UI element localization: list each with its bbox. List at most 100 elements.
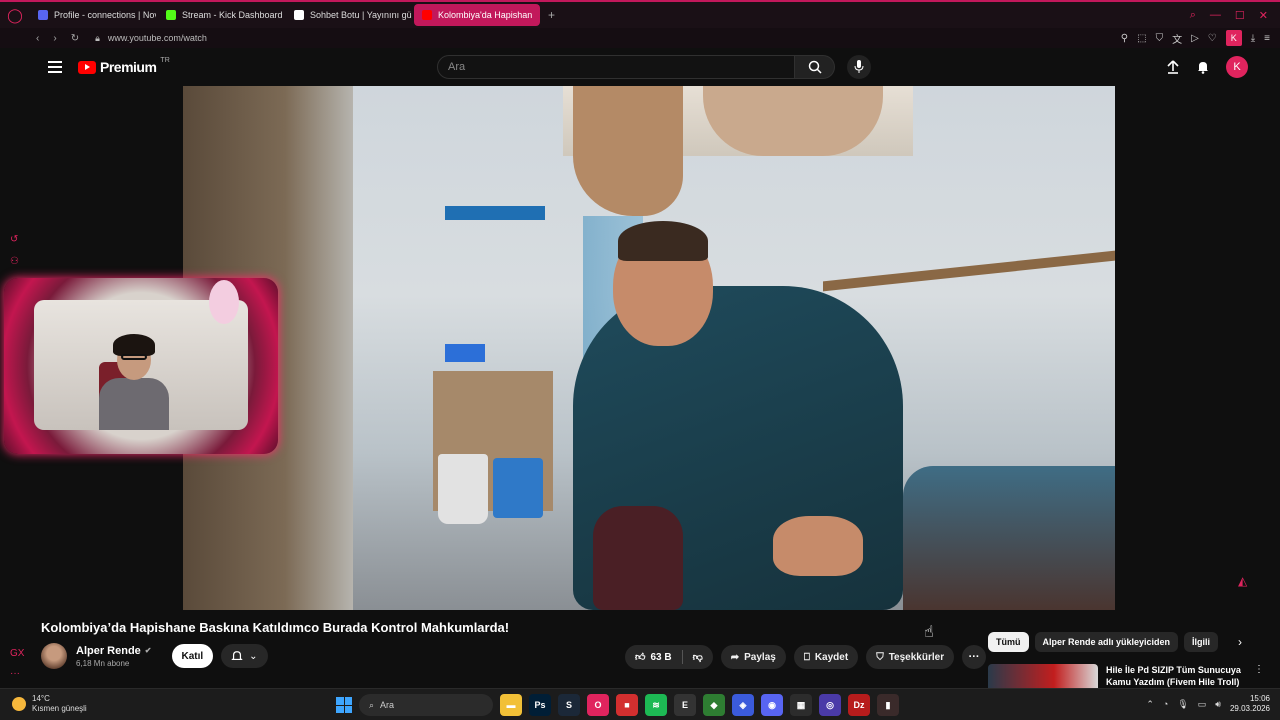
search-icon[interactable]: ⌕ [1190, 9, 1196, 22]
snapshot-icon[interactable]: ⬚ [1137, 33, 1146, 44]
tab-favicon-icon [166, 10, 176, 20]
app-purple-icon[interactable]: ◎ [819, 694, 841, 716]
clock[interactable]: 15:06 29.03.2026 [1230, 694, 1270, 714]
gx-icon[interactable]: GX [10, 648, 24, 659]
bookmark-icon: ⎕ [803, 651, 810, 663]
app-blue-icon[interactable]: ◈ [732, 694, 754, 716]
kebab-menu-icon[interactable]: ⋮ [1254, 664, 1264, 688]
app-grid-icon[interactable]: ▦ [790, 694, 812, 716]
windows-start-icon[interactable] [336, 697, 352, 713]
save-label: Kaydet [814, 651, 849, 663]
recommended-thumbnail[interactable] [988, 664, 1098, 688]
chip-from-uploader[interactable]: Alper Rende adlı yükleyiciden [1034, 632, 1179, 652]
spotify-icon[interactable]: ≋ [645, 694, 667, 716]
epic-games-icon[interactable]: E [674, 694, 696, 716]
forward-icon[interactable]: › [53, 33, 56, 44]
opera-gx-icon[interactable]: O [587, 694, 609, 716]
url-text[interactable]: www.youtube.com/watch [108, 33, 207, 43]
network-icon[interactable]: ▭ [1198, 699, 1207, 710]
chip-all[interactable]: Tümü [988, 632, 1029, 652]
steam-icon[interactable]: S [558, 694, 580, 716]
chevron-right-icon[interactable]: › [1238, 635, 1242, 649]
share-icon: ➦ [730, 651, 740, 663]
app-green-icon[interactable]: ◆ [703, 694, 725, 716]
chevron-up-icon[interactable]: ⌃ [1146, 699, 1154, 710]
weather-temp: 14°C [32, 694, 50, 703]
thumbs-down-icon: 👎︎ [692, 652, 703, 663]
youtube-brand-text: Premium [100, 59, 157, 75]
back-icon[interactable]: ‹ [36, 33, 39, 44]
bot-icon[interactable]: ⚇ [10, 256, 19, 267]
dizi-app-icon[interactable]: Dz [848, 694, 870, 716]
volume-icon[interactable]: 🔊︎ [1215, 699, 1221, 710]
browser-tab[interactable]: Stream - Kick Dashboard [158, 4, 284, 26]
minimize-icon[interactable]: — [1210, 9, 1221, 22]
video-scene-box [445, 344, 485, 362]
subscription-bell-button[interactable]: ⌄ [221, 644, 268, 668]
download-icon[interactable]: ⤓ [1251, 33, 1255, 44]
video-player[interactable] [183, 86, 1115, 610]
recommendation-chips: Tümü Alper Rende adlı yükleyiciden İlgil… [988, 632, 1242, 652]
taskbar-search[interactable]: ⌕ Ara [359, 694, 493, 716]
notifications-bell-icon[interactable] [1196, 60, 1210, 74]
save-button[interactable]: ⎕ Kaydet [793, 645, 859, 669]
tray-app-icon[interactable]: ◔ [1163, 699, 1168, 709]
tab-label: Profile - connections | Nov [54, 10, 156, 20]
bell-icon [231, 651, 243, 661]
more-actions-button[interactable]: ··· [962, 645, 987, 669]
thanks-button[interactable]: ⛉ Teşekkürler [866, 645, 955, 669]
menu-icon[interactable]: ≡ [1264, 33, 1270, 44]
microphone-icon[interactable]: 🎙︎ [1177, 699, 1188, 710]
app-red-icon[interactable]: ■ [616, 694, 638, 716]
weather-widget[interactable]: 14°C Kısmen güneşli [12, 694, 87, 714]
channel-avatar[interactable] [41, 643, 67, 669]
history-icon[interactable]: ↺ [10, 234, 18, 245]
app-dark-icon[interactable]: ▮ [877, 694, 899, 716]
clock-time: 15:06 [1249, 694, 1270, 703]
join-button[interactable]: Katıl [171, 644, 214, 668]
browser-tab[interactable]: Kolombiya'da Hapishan [414, 4, 540, 26]
profile-extension-button[interactable]: K [1225, 30, 1242, 46]
clock-date: 29.03.2026 [1229, 704, 1270, 713]
taskbar-search-placeholder: Ara [380, 700, 395, 710]
search-input[interactable] [437, 55, 795, 79]
sidebar-more-icon[interactable]: ··· [10, 668, 20, 679]
chip-related[interactable]: İlgili [1184, 632, 1219, 652]
browser-tab[interactable]: Sohbet Botu | Yayınını güç [286, 4, 412, 26]
account-avatar[interactable]: K [1226, 56, 1248, 78]
windows-taskbar: 14°C Kısmen güneşli ⌕ Ara ▬ Ps S O ■ ≋ E ◆ ◈ ◉ ▦ ◎ D… [0, 688, 1280, 720]
discord-icon[interactable]: ◉ [761, 694, 783, 716]
microphone-icon [854, 60, 864, 73]
video-scene-wall-shelf [823, 250, 1115, 292]
video-scene-bag [593, 506, 683, 610]
channel-name[interactable]: Alper Rende [76, 645, 141, 657]
search-button[interactable] [795, 55, 835, 79]
youtube-logo[interactable]: Premium TR [78, 57, 170, 75]
voice-search-button[interactable] [847, 55, 871, 79]
sun-icon [12, 697, 26, 711]
translate-icon[interactable]: 文 [1172, 31, 1182, 46]
recommended-video[interactable]: Hile İle Pd SIZIP Tüm Sunucuya Kamu Yazd… [988, 664, 1268, 688]
menu-hamburger-icon[interactable] [48, 61, 62, 73]
maximize-icon[interactable]: ☐ [1235, 9, 1245, 22]
heart-icon[interactable]: ♡ [1208, 33, 1217, 44]
close-icon[interactable]: ✕ [1259, 9, 1268, 22]
streamer-webcam-overlay [4, 278, 278, 454]
browser-tab[interactable]: Profile - connections | Nov [30, 4, 156, 26]
search-bar [437, 55, 871, 79]
share-button[interactable]: ➦ Paylaş [720, 645, 786, 669]
youtube-header: Premium TR K [32, 48, 1268, 86]
video-title: Kolombiya’da Hapishane Baskına Katıldımc… [41, 620, 510, 635]
photoshop-icon[interactable]: Ps [529, 694, 551, 716]
dislike-button[interactable]: 👎︎ [683, 645, 713, 669]
shield-icon[interactable]: ⛉ [1156, 33, 1164, 44]
opera-logo-icon[interactable]: ◯ [0, 7, 30, 24]
file-explorer-icon[interactable]: ▬ [500, 694, 522, 716]
new-tab-button[interactable]: + [542, 8, 561, 22]
reload-icon[interactable]: ↻ [71, 33, 79, 44]
like-button[interactable]: 👍︎ 63 B [625, 645, 682, 669]
recommended-title[interactable]: Hile İle Pd SIZIP Tüm Sunucuya Kamu Yazd… [1106, 664, 1246, 688]
upload-icon[interactable] [1166, 60, 1180, 74]
play-icon[interactable]: ▷ [1191, 33, 1199, 44]
pin-icon[interactable]: ⚲ [1121, 33, 1128, 44]
